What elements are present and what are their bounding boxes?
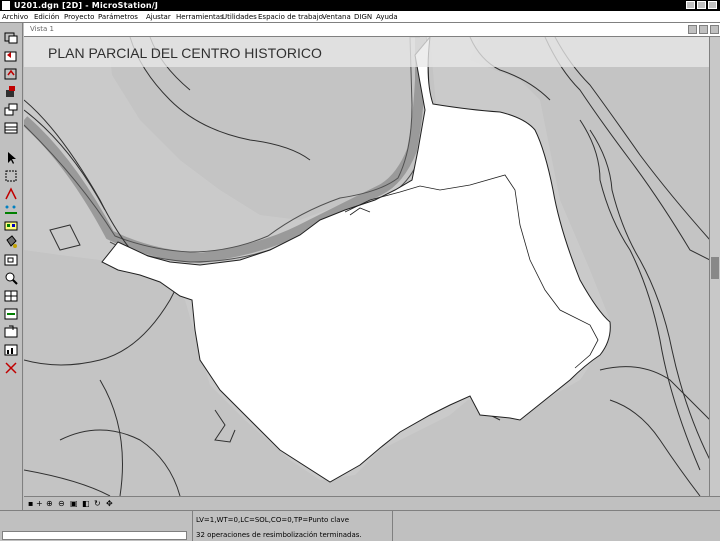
- view-title-bar: Vista 1: [24, 23, 720, 37]
- view-zoom-out-icon[interactable]: ⊖: [58, 500, 65, 508]
- title-bar: U201.dgn [2D] - MicroStation/J: [0, 0, 720, 11]
- window-area-icon[interactable]: [3, 103, 19, 117]
- fill-bucket-icon[interactable]: [3, 235, 19, 249]
- plan-title: PLAN PARCIAL DEL CENTRO HISTORICO: [48, 45, 322, 61]
- vertical-scrollbar[interactable]: [709, 37, 720, 497]
- attach-icon[interactable]: [3, 85, 19, 99]
- view-minimize-button[interactable]: [688, 25, 697, 34]
- copy-view-icon[interactable]: [3, 31, 19, 45]
- minimize-button[interactable]: [686, 1, 695, 9]
- grid-icon[interactable]: [3, 289, 19, 303]
- keyin-field[interactable]: [2, 531, 187, 540]
- measure-angle-icon[interactable]: [3, 187, 19, 201]
- close-button[interactable]: [708, 1, 717, 9]
- zoom-in-icon[interactable]: [3, 271, 19, 285]
- scrollbar-thumb[interactable]: [711, 257, 719, 279]
- view-close-button[interactable]: [710, 25, 719, 34]
- status-divider: [192, 511, 193, 541]
- view-lock-icon[interactable]: ▪: [28, 500, 33, 508]
- view-add-icon[interactable]: +: [36, 500, 43, 508]
- undo-view-icon[interactable]: [3, 49, 19, 63]
- fit-view-icon[interactable]: [3, 67, 19, 81]
- plan-title-banner: PLAN PARCIAL DEL CENTRO HISTORICO: [24, 37, 710, 67]
- status-divider: [392, 511, 393, 541]
- menu-bar: Archivo Edición Proyecto Parámetros Ajus…: [0, 11, 720, 23]
- tool-palette: [0, 23, 23, 510]
- maximize-button[interactable]: [697, 1, 706, 9]
- fence-icon[interactable]: [3, 121, 19, 135]
- view-window: Vista 1 PLAN PARCIAL DEL CENTRO HISTORIC…: [24, 23, 720, 511]
- rotate-copy-icon[interactable]: [3, 325, 19, 339]
- status-attributes: LV=1,WT=0,LC=SOL,CO=0,TP=Punto clave: [196, 516, 349, 524]
- dimension-icon[interactable]: [3, 307, 19, 321]
- zoom-box-icon[interactable]: [3, 253, 19, 267]
- selection-box-icon[interactable]: [3, 169, 19, 183]
- view-rotate-icon[interactable]: ↻: [94, 500, 101, 508]
- app-icon[interactable]: [2, 1, 10, 10]
- view-fit-icon[interactable]: ◧: [82, 500, 90, 508]
- map-drawing[interactable]: [24, 37, 710, 496]
- chart-icon[interactable]: [3, 343, 19, 357]
- status-bar: LV=1,WT=0,LC=SOL,CO=0,TP=Punto clave 32 …: [0, 510, 720, 541]
- view-zoom-in-icon[interactable]: ⊕: [46, 500, 53, 508]
- view-window-icon[interactable]: ▣: [70, 500, 78, 508]
- status-message: 32 operaciones de resimbolización termin…: [196, 531, 362, 539]
- window-title: U201.dgn [2D] - MicroStation/J: [14, 1, 159, 10]
- delete-icon[interactable]: [3, 361, 19, 375]
- select-arrow-icon[interactable]: [3, 151, 19, 165]
- palette-icon[interactable]: [3, 219, 19, 233]
- view-maximize-button[interactable]: [699, 25, 708, 34]
- view-title: Vista 1: [30, 25, 54, 33]
- snap-points-icon[interactable]: [3, 203, 19, 217]
- view-pan-icon[interactable]: ✥: [106, 500, 113, 508]
- view-control-bar: ▪ + ⊕ ⊖ ▣ ◧ ↻ ✥: [24, 496, 720, 511]
